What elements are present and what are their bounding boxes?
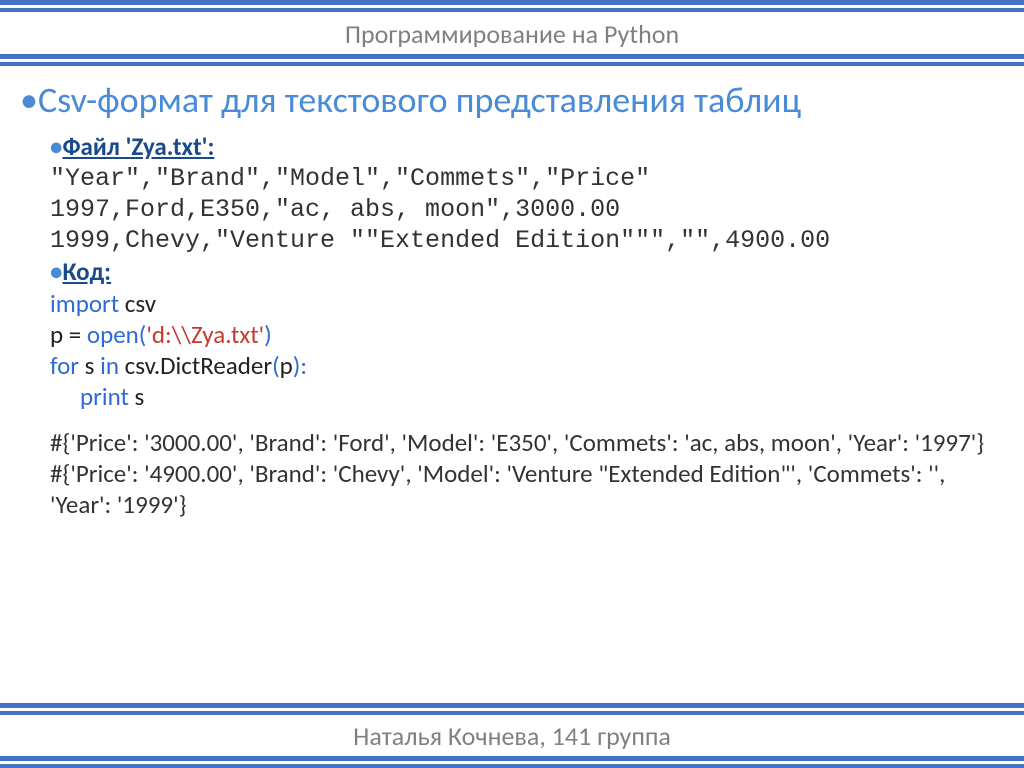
dr-close: ):	[293, 350, 307, 381]
file-line-3: 1999,Chevy,"Venture ""Extended Edition""…	[50, 225, 1004, 256]
kw-for: for	[50, 350, 79, 381]
print-arg: s	[129, 381, 144, 412]
dr-arg: p	[280, 350, 293, 381]
mod-csv: csv	[125, 288, 156, 319]
code-block: import csv p = open('d:\\Zya.txt') for s…	[50, 288, 1004, 413]
code-label: Код:	[62, 256, 111, 287]
file-line-2: 1997,Ford,E350,"ac, abs, moon",3000.00	[50, 194, 1004, 225]
output-block: #{'Price': '3000.00', 'Brand': 'Ford', '…	[50, 427, 1004, 521]
file-label: Файл 'Zya.txt':	[62, 131, 214, 162]
close-paren: )	[264, 319, 272, 350]
file-line-1: "Year","Brand","Model","Commets","Price"	[50, 163, 1004, 194]
output-line-2: #{'Price': '4900.00', 'Brand': 'Chevy', …	[50, 458, 1004, 521]
output-line-1: #{'Price': '3000.00', 'Brand': 'Ford', '…	[50, 427, 1004, 458]
header-title: Программирование на Python	[345, 18, 679, 50]
code-heading: •Код:	[50, 256, 1004, 287]
slide-header-group: Программирование на Python	[0, 0, 1024, 66]
bottom-stripe-2	[0, 756, 1024, 768]
slide-title: •Csv-формат для текстового представления…	[20, 80, 1004, 121]
slide-content: •Csv-формат для текстового представления…	[0, 62, 1024, 530]
top-stripe	[0, 0, 1024, 12]
kw-import: import	[50, 288, 119, 319]
kw-in: in	[100, 350, 119, 381]
kw-print: print	[80, 381, 129, 412]
slide-footer-group: Наталья Кочнева, 141 группа	[0, 703, 1024, 768]
str-path: 'd:\\Zya.txt'	[146, 319, 264, 350]
file-heading: •Файл 'Zya.txt':	[50, 131, 1004, 162]
code-assign: p =	[50, 319, 87, 350]
var-s: s	[79, 350, 100, 381]
bottom-stripe	[0, 703, 1024, 715]
dictreader: csv.DictReader	[119, 350, 272, 381]
dr-open: (	[272, 350, 280, 381]
fn-open: open(	[87, 319, 146, 350]
footer-text: Наталья Кочнева, 141 группа	[353, 720, 671, 752]
slide-title-text: Csv-формат для текстового представления …	[38, 78, 801, 122]
